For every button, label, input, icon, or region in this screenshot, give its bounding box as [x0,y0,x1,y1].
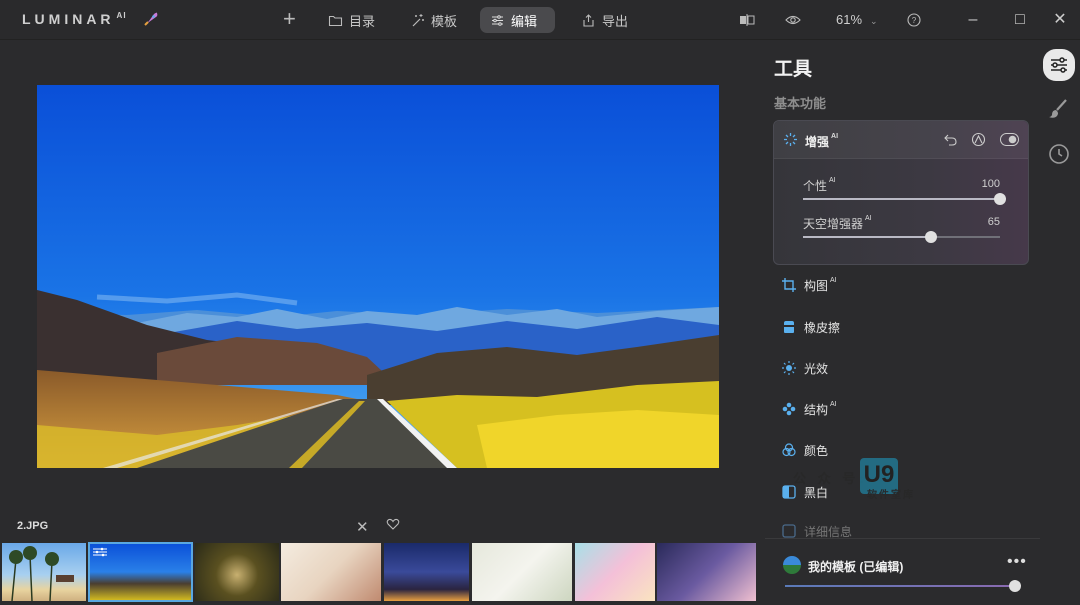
main-photo[interactable] [37,85,719,468]
sparkle-icon [784,133,797,146]
thumbnail-flower[interactable] [195,543,279,601]
maximize-button[interactable]: □ [1010,10,1030,30]
crop-icon [782,278,796,292]
details-icon [782,524,796,538]
compare-icon[interactable] [739,12,755,28]
sun-icon [782,361,796,375]
heart-icon[interactable] [386,517,400,531]
mask-icon[interactable] [971,132,986,147]
landscape-image [37,85,719,468]
help-icon[interactable]: ? [906,12,922,28]
thumbnail-night-city[interactable] [384,543,469,601]
slider-value-sky-enhancer[interactable]: 65 [960,216,1000,228]
tool-label: 颜色 [804,443,829,458]
folder-icon [328,15,343,26]
sliders-icon [1051,57,1067,73]
tool-eraser[interactable]: 橡皮擦 [782,317,842,337]
tab-catalog[interactable]: 目录 [318,7,385,33]
tool-structure[interactable]: 结构 AI [782,399,837,419]
tool-label: 光效 [804,361,829,376]
tool-label: 详细信息 [804,524,853,539]
zoom-dropdown[interactable]: 61% ⌄ [836,12,878,27]
panel-title: 工具 [774,59,813,80]
history-icon[interactable] [1046,141,1072,167]
edited-icon [93,547,107,557]
thumbnail-anime-girl[interactable] [281,543,381,601]
watermark-subtext: 软件室库 [867,490,915,501]
more-options-icon[interactable]: ••• [1007,553,1027,571]
tool-light[interactable]: 光效 [782,358,830,378]
eye-icon[interactable] [785,12,801,28]
magic-wand-icon [412,13,424,26]
my-templates-bar: 我的模板 (已编辑) ••• [765,538,1040,605]
chevron-down-icon: ⌄ [870,16,878,26]
tab-templates-label: 模板 [431,13,458,29]
templates-title[interactable]: 我的模板 (已编辑) [808,558,903,575]
toggle-icon[interactable] [1000,133,1019,146]
thumbnail-road-selected[interactable] [88,542,193,602]
tools-tab-button[interactable] [1043,49,1075,81]
tab-edit-label: 编辑 [511,13,538,29]
tab-edit[interactable]: 编辑 [480,7,555,33]
enhance-title: 增强 AI [805,133,839,149]
slider-label-personality: 个性 AI [803,177,836,193]
slider-handle-sky-enhancer[interactable] [925,231,938,243]
zoom-value: 61% [836,12,863,27]
watermark: 公 众 号: U9 软件室库 [793,458,923,501]
slider-track-personality[interactable] [803,198,1000,200]
close-window-button[interactable]: ✕ [1050,10,1070,30]
tool-color[interactable]: 颜色 [782,440,830,460]
structure-icon [782,402,796,416]
slider-fill [803,236,932,238]
thumbnail-beach[interactable] [2,543,86,601]
sliders-icon [492,14,503,26]
slider-fill [803,198,1000,200]
thumbnail-anime-space[interactable] [657,543,756,601]
filmstrip [0,542,758,605]
close-icon[interactable]: ✕ [356,518,369,536]
undo-icon[interactable] [943,132,958,147]
slider-value-personality[interactable]: 100 [960,178,1000,190]
enhance-header[interactable]: 增强 AI [774,121,1028,159]
tab-export-label: 导出 [602,13,629,29]
slider-track-sky-enhancer[interactable] [803,236,1000,238]
color-circles-icon [782,443,796,457]
tool-label: 构图 AI [804,276,837,293]
svg-text:?: ? [912,16,917,25]
watermark-text: 公 众 号: [793,471,868,486]
globe-icon [783,556,801,574]
enhance-card: 增强 AI 个性 AI 100 天空增强器 AI 65 [773,120,1029,265]
rocket-icon[interactable] [142,10,160,28]
minimize-button[interactable]: – [963,10,983,30]
thumbnail-cartoon[interactable] [575,543,655,601]
app-logo: LUMINAR AI [22,11,127,27]
slider-label-sky-enhancer: 天空增强器 AI [803,215,872,231]
template-amount-handle[interactable] [1009,580,1021,592]
share-icon [583,13,594,27]
tab-templates[interactable]: 模板 [400,7,467,33]
filename-label: 2.JPG [17,520,49,532]
brush-icon[interactable] [1046,96,1072,122]
tool-crop[interactable]: 构图 AI [782,275,837,295]
tool-label: 结构 AI [804,400,837,417]
section-title: 基本功能 [774,96,827,111]
template-amount-fill [785,585,1015,587]
tab-export[interactable]: 导出 [571,7,638,33]
slider-handle-personality[interactable] [994,193,1006,205]
eraser-icon [784,321,794,333]
add-icon[interactable]: + [283,8,296,30]
tab-catalog-label: 目录 [349,13,376,29]
tool-label: 橡皮擦 [804,320,841,335]
top-bar: LUMINAR AI + 目录 模板 编辑 导出 61% ⌄ ? – □ ✕ [0,0,1080,40]
template-amount-track[interactable] [785,585,1015,587]
palm-trees-image [9,546,74,601]
thumbnail-book[interactable] [472,543,572,601]
